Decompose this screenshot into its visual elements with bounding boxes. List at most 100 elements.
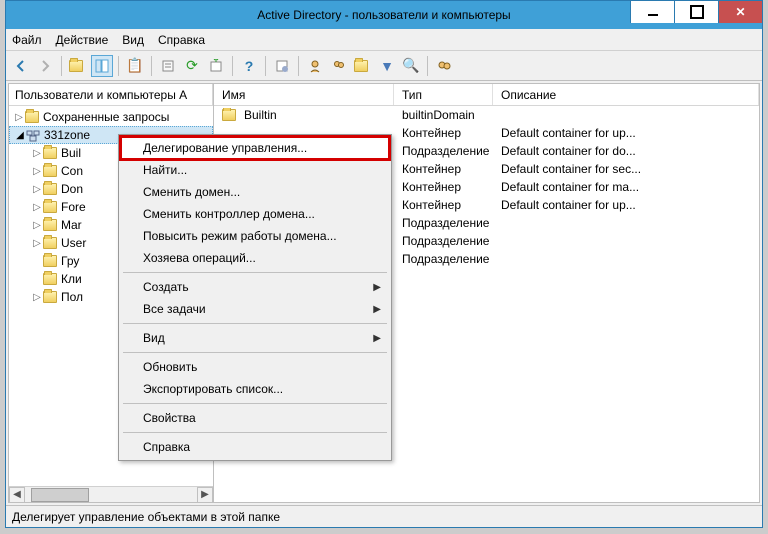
filter-options-icon[interactable]	[271, 55, 293, 77]
cell-desc: Default container for up...	[493, 126, 759, 140]
scroll-thumb[interactable]	[31, 488, 89, 502]
new-user-icon[interactable]	[304, 55, 326, 77]
show-tree-icon[interactable]	[91, 55, 113, 77]
maximize-button[interactable]	[674, 1, 718, 23]
column-description[interactable]: Описание	[493, 84, 759, 105]
menu-help[interactable]: Справка	[158, 33, 205, 47]
filter-icon[interactable]: ▼	[376, 55, 398, 77]
menu-change-domain[interactable]: Сменить домен...	[121, 181, 389, 203]
menu-view[interactable]: Вид▶	[121, 327, 389, 349]
menu-action[interactable]: Действие	[56, 33, 109, 47]
menu-label: Найти...	[143, 163, 187, 177]
title-bar: Active Directory - пользователи и компью…	[6, 1, 762, 29]
cut-icon[interactable]: 📋	[124, 55, 146, 77]
expander-icon[interactable]: ▷	[31, 292, 43, 303]
menu-operation-masters[interactable]: Хозяева операций...	[121, 247, 389, 269]
close-button[interactable]	[718, 1, 762, 23]
toolbar-separator	[427, 56, 428, 76]
menu-export-list[interactable]: Экспортировать список...	[121, 378, 389, 400]
new-ou-icon[interactable]	[352, 55, 374, 77]
menu-label: Повысить режим работы домена...	[143, 229, 337, 243]
tree-label: User	[61, 236, 86, 250]
window-controls	[630, 1, 762, 23]
toolbar-separator	[232, 56, 233, 76]
menu-label: Хозяева операций...	[143, 251, 256, 265]
expander-icon[interactable]: ◢	[14, 130, 26, 141]
expander-icon[interactable]: ▷	[31, 238, 43, 249]
tree-label: Сохраненные запросы	[43, 110, 169, 124]
menu-label: Справка	[143, 440, 190, 454]
expander-icon[interactable]: ▷	[13, 112, 25, 123]
tree-header[interactable]: Пользователи и компьютеры A	[9, 84, 213, 106]
expander-icon[interactable]: ▷	[31, 148, 43, 159]
column-label: Описание	[501, 88, 556, 102]
menu-view[interactable]: Вид	[122, 33, 144, 47]
help-icon[interactable]: ?	[238, 55, 260, 77]
folder-icon	[43, 273, 57, 285]
cell-type: Подразделение	[394, 144, 493, 158]
expander-icon[interactable]: ▷	[31, 166, 43, 177]
export-icon[interactable]	[205, 55, 227, 77]
up-level-icon[interactable]	[67, 55, 89, 77]
properties-icon[interactable]	[157, 55, 179, 77]
cell-name: Builtin	[244, 108, 277, 122]
cell-type: Контейнер	[394, 126, 493, 140]
tree-scrollbar[interactable]: ◀ ▶	[9, 486, 213, 502]
menu-properties[interactable]: Свойства	[121, 407, 389, 429]
back-button[interactable]	[10, 55, 32, 77]
folder-icon	[43, 291, 57, 303]
submenu-arrow-icon: ▶	[373, 333, 381, 344]
refresh-icon[interactable]: ⟳	[181, 55, 203, 77]
menu-create[interactable]: Создать▶	[121, 276, 389, 298]
tree-label: Buil	[61, 146, 81, 160]
column-type[interactable]: Тип	[394, 84, 493, 105]
expander-icon[interactable]: ▷	[31, 220, 43, 231]
menu-raise-level[interactable]: Повысить режим работы домена...	[121, 225, 389, 247]
column-name[interactable]: Имя	[214, 84, 394, 105]
new-group-icon[interactable]	[328, 55, 350, 77]
cell-type: Подразделение	[394, 216, 493, 230]
expander-icon[interactable]: ▷	[31, 184, 43, 195]
tree-header-label: Пользователи и компьютеры A	[15, 88, 187, 102]
menu-file[interactable]: Файл	[12, 33, 42, 47]
menu-refresh[interactable]: Обновить	[121, 356, 389, 378]
add-to-group-icon[interactable]	[433, 55, 455, 77]
tree-label: Don	[61, 182, 83, 196]
folder-icon	[43, 201, 57, 213]
cell-desc: Default container for do...	[493, 144, 759, 158]
toolbar: 📋 ⟳ ? ▼ 🔍	[6, 51, 762, 81]
menu-separator	[123, 272, 387, 273]
tree-label: Mar	[61, 218, 82, 232]
toolbar-separator	[61, 56, 62, 76]
menu-all-tasks[interactable]: Все задачи ▶	[121, 298, 389, 320]
menu-separator	[123, 323, 387, 324]
menu-find[interactable]: Найти...	[121, 159, 389, 181]
scroll-right-icon[interactable]: ▶	[197, 487, 213, 503]
cell-desc: Default container for sec...	[493, 162, 759, 176]
tree-label: 331zone	[44, 128, 90, 142]
menu-change-dc[interactable]: Сменить контроллер домена...	[121, 203, 389, 225]
submenu-arrow-icon: ▶	[373, 304, 381, 315]
menu-label: Сменить контроллер домена...	[143, 207, 315, 221]
cell-type: Контейнер	[394, 198, 493, 212]
menu-label: Делегирование управления...	[143, 141, 307, 155]
folder-icon	[43, 165, 57, 177]
tree-label: Гру	[61, 254, 79, 268]
column-label: Имя	[222, 88, 245, 102]
folder-icon	[43, 147, 57, 159]
menu-label: Все задачи	[143, 302, 206, 316]
minimize-button[interactable]	[630, 1, 674, 23]
list-row[interactable]: Builtin builtinDomain	[214, 106, 759, 124]
toolbar-separator	[151, 56, 152, 76]
domain-icon	[26, 128, 40, 142]
find-icon[interactable]: 🔍	[400, 55, 422, 77]
menu-help[interactable]: Справка	[121, 436, 389, 458]
menu-bar: Файл Действие Вид Справка	[6, 29, 762, 51]
menu-delegate-control[interactable]: Делегирование управления...	[121, 137, 389, 159]
expander-icon[interactable]: ▷	[31, 202, 43, 213]
scroll-left-icon[interactable]: ◀	[9, 487, 25, 503]
forward-button[interactable]	[34, 55, 56, 77]
menu-label: Обновить	[143, 360, 197, 374]
cell-type: Подразделение	[394, 234, 493, 248]
tree-item-saved-queries[interactable]: ▷ Сохраненные запросы	[9, 108, 213, 126]
